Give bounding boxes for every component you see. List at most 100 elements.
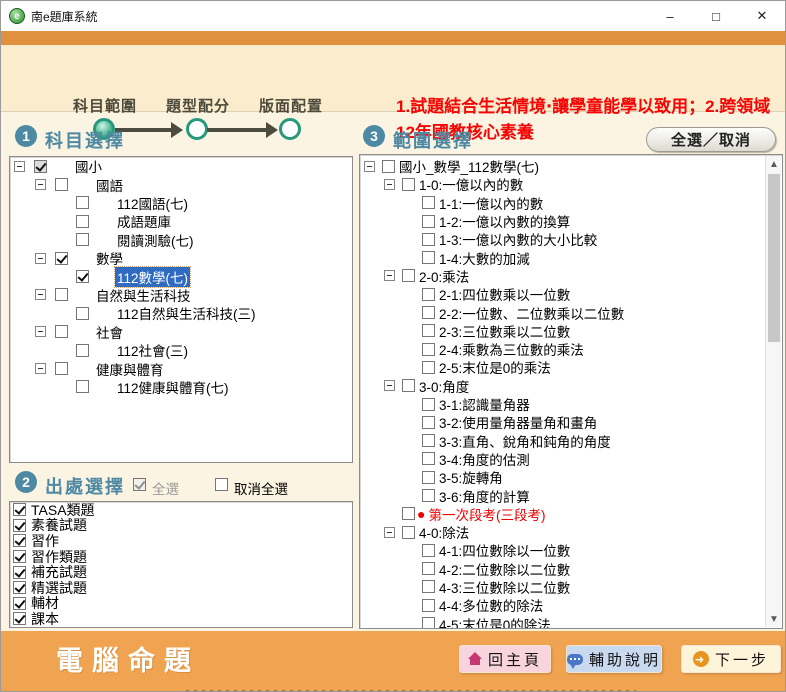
list-item[interactable]: 輔材 xyxy=(10,596,352,612)
checkbox[interactable] xyxy=(76,307,89,320)
checkbox[interactable] xyxy=(382,160,395,173)
checkbox[interactable] xyxy=(422,398,435,411)
tree-node[interactable]: 成語題庫 xyxy=(10,212,352,230)
checkbox[interactable] xyxy=(422,617,435,629)
step-2[interactable]: 題型配分 xyxy=(151,95,245,116)
deselect-all-label[interactable]: 取消全選 xyxy=(234,478,288,498)
tree-node[interactable]: 3-3:直角、銳角和鈍角的角度 xyxy=(360,431,765,449)
tree-node[interactable]: 3-5:旋轉角 xyxy=(360,468,765,486)
list-item-label[interactable]: 課本 xyxy=(31,609,59,628)
tree-node-label[interactable]: 閱讀測驗(七) xyxy=(115,230,196,250)
checkbox[interactable] xyxy=(13,597,26,610)
tree-node-label[interactable]: 國小 xyxy=(73,156,104,176)
tree-node-label[interactable]: 3-2:使用量角器量角和畫角 xyxy=(437,412,599,432)
checkbox[interactable] xyxy=(422,471,435,484)
checkbox[interactable] xyxy=(422,196,435,209)
tree-node[interactable]: 112社會(三) xyxy=(10,341,352,359)
checkbox[interactable] xyxy=(422,251,435,264)
expander-icon[interactable] xyxy=(14,161,25,172)
checkbox[interactable] xyxy=(402,507,415,520)
checkbox[interactable] xyxy=(34,160,47,173)
scrollbar-thumb[interactable] xyxy=(768,174,780,342)
checkbox[interactable] xyxy=(76,344,89,357)
checkbox[interactable] xyxy=(422,544,435,557)
list-item[interactable]: 課本 xyxy=(10,611,352,627)
checkbox[interactable] xyxy=(13,519,26,532)
checkbox[interactable] xyxy=(55,288,68,301)
checkbox[interactable] xyxy=(422,233,435,246)
tree-node[interactable]: 3-2:使用量角器量角和畫角 xyxy=(360,413,765,431)
expander-icon[interactable] xyxy=(35,326,46,337)
tree-node-label[interactable]: 112社會(三) xyxy=(115,340,190,360)
expander-icon[interactable] xyxy=(384,179,395,190)
tree-node[interactable]: 國小 xyxy=(10,157,352,175)
expander-icon[interactable] xyxy=(384,380,395,391)
tree-node[interactable]: 1-3:一億以內數的大小比較 xyxy=(360,230,765,248)
checkbox[interactable] xyxy=(76,270,89,283)
checkbox[interactable] xyxy=(422,288,435,301)
step-3[interactable]: 版面配置 xyxy=(244,95,338,116)
checkbox[interactable] xyxy=(422,562,435,575)
tree-node[interactable]: 1-1:一億以內的數 xyxy=(360,194,765,212)
tree-node[interactable]: 1-4:大數的加減 xyxy=(360,248,765,266)
tree-node[interactable]: 3-1:認識量角器 xyxy=(360,395,765,413)
tree-node[interactable]: 4-2:二位數除以二位數 xyxy=(360,560,765,578)
scroll-down-icon[interactable]: ▼ xyxy=(766,611,782,627)
tree-node[interactable]: 國語 xyxy=(10,175,352,193)
tree-node-label[interactable]: 4-2:二位數除以二位數 xyxy=(437,559,572,579)
tree-node-label[interactable]: 2-4:乘數為三位數的乘法 xyxy=(437,339,586,359)
tree-node-label[interactable]: 1-4:大數的加減 xyxy=(437,248,532,268)
tree-node[interactable]: 112健康與體育(七) xyxy=(10,378,352,396)
tree-node[interactable]: 國小_數學_112數學(七) xyxy=(360,157,765,175)
checkbox[interactable] xyxy=(402,269,415,282)
checkbox[interactable] xyxy=(13,503,26,516)
minimize-button[interactable]: – xyxy=(647,1,693,31)
checkbox[interactable] xyxy=(422,416,435,429)
tree-node-label[interactable]: 4-1:四位數除以一位數 xyxy=(437,540,572,560)
tree-node-label[interactable]: 3-3:直角、銳角和鈍角的角度 xyxy=(437,431,613,451)
tree-node-label[interactable]: 1-1:一億以內的數 xyxy=(437,193,545,213)
checkbox[interactable] xyxy=(76,380,89,393)
tree-node[interactable]: 112自然與生活科技(三) xyxy=(10,304,352,322)
tree-node-label[interactable]: 1-2:一億以內數的換算 xyxy=(437,211,572,231)
tree-node-label[interactable]: 第一次段考(三段考) xyxy=(426,504,547,524)
tree-node-label[interactable]: 112數學(七) xyxy=(115,267,190,287)
tree-node[interactable]: 2-1:四位數乘以一位數 xyxy=(360,285,765,303)
expander-icon[interactable] xyxy=(384,527,395,538)
tree-node-label[interactable]: 4-5:末位是0的除法 xyxy=(437,614,553,629)
list-item[interactable]: 素養試題 xyxy=(10,518,352,534)
checkbox[interactable] xyxy=(422,343,435,356)
tree-node[interactable]: 4-0:除法 xyxy=(360,523,765,541)
expander-icon[interactable] xyxy=(35,253,46,264)
checkbox[interactable] xyxy=(55,362,68,375)
expander-icon[interactable] xyxy=(35,289,46,300)
home-button[interactable]: 回主頁 xyxy=(459,645,551,673)
checkbox[interactable] xyxy=(13,581,26,594)
close-button[interactable]: ✕ xyxy=(739,1,785,31)
checkbox[interactable] xyxy=(13,566,26,579)
tree-node[interactable]: 4-3:三位數除以二位數 xyxy=(360,578,765,596)
tree-node[interactable]: 4-4:多位數的除法 xyxy=(360,596,765,614)
tree-node[interactable]: 112國語(七) xyxy=(10,194,352,212)
tree-node-label[interactable]: 3-5:旋轉角 xyxy=(437,467,505,487)
deselect-all-checkbox[interactable] xyxy=(215,478,228,491)
tree-node[interactable]: 4-1:四位數除以一位數 xyxy=(360,541,765,559)
tree-node-label[interactable]: 數學 xyxy=(94,248,125,268)
checkbox[interactable] xyxy=(422,452,435,465)
tree-node[interactable]: 閱讀測驗(七) xyxy=(10,231,352,249)
expander-icon[interactable] xyxy=(35,363,46,374)
vertical-scrollbar[interactable]: ▲ ▼ xyxy=(765,156,781,627)
tree-node-label[interactable]: 2-2:一位數、二位數乘以二位數 xyxy=(437,303,626,323)
tree-node[interactable]: 自然與生活科技 xyxy=(10,286,352,304)
next-step-button[interactable]: ➜ 下一步 xyxy=(681,645,781,673)
checkbox[interactable] xyxy=(422,580,435,593)
tree-node-label[interactable]: 1-0:一億以內的數 xyxy=(417,174,525,194)
tree-node-label[interactable]: 自然與生活科技 xyxy=(94,285,193,305)
expander-icon[interactable] xyxy=(35,179,46,190)
tree-node-label[interactable]: 112自然與生活科技(三) xyxy=(115,303,258,323)
scroll-up-icon[interactable]: ▲ xyxy=(766,156,782,172)
help-button[interactable]: 輔助說明 xyxy=(566,645,662,673)
tree-node[interactable]: 1-2:一億以內數的換算 xyxy=(360,212,765,230)
checkbox[interactable] xyxy=(55,178,68,191)
tree-node-label[interactable]: 國小_數學_112數學(七) xyxy=(397,156,541,176)
